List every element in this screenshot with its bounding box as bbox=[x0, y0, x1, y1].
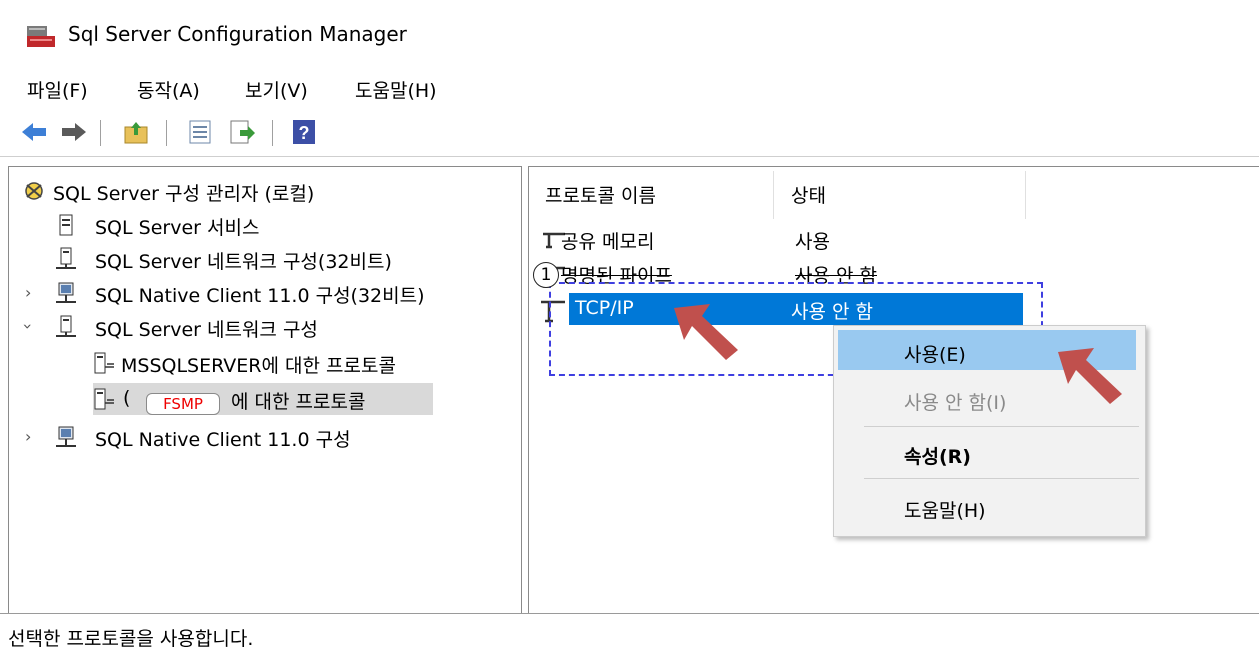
protocol-state: 사용 bbox=[795, 231, 830, 253]
title-bar: Sql Server Configuration Manager bbox=[0, 0, 1259, 62]
protocol-icon bbox=[94, 388, 114, 410]
menu-separator bbox=[864, 478, 1139, 479]
menu-action[interactable]: 동작(A) bbox=[137, 76, 200, 103]
native-client-icon bbox=[56, 426, 76, 447]
column-header-name[interactable]: 프로토콜 이름 bbox=[545, 181, 656, 208]
forward-icon[interactable] bbox=[60, 118, 88, 146]
menu-item-label: 도움말(H) bbox=[904, 500, 986, 522]
protocol-icon bbox=[94, 352, 114, 374]
menu-file[interactable]: 파일(F) bbox=[27, 76, 88, 103]
tree-item-label: SQL Server 네트워크 구성(32비트) bbox=[95, 251, 392, 273]
status-text: 선택한 프로토콜을 사용합니다. bbox=[8, 628, 254, 650]
tree-item-label: SQL Server 네트워크 구성 bbox=[95, 319, 318, 341]
tree-item-native[interactable]: › SQL Native Client 11.0 구성 bbox=[23, 421, 443, 453]
network-server-icon bbox=[56, 247, 76, 269]
toolbar-separator bbox=[166, 120, 167, 146]
chevron-right-icon[interactable]: › bbox=[25, 427, 31, 446]
menu-item-label: 속성(R) bbox=[904, 446, 971, 468]
tree-item-label: SQL Native Client 11.0 구성 bbox=[95, 429, 351, 451]
menu-item-properties[interactable]: 속성(R) bbox=[838, 432, 1136, 472]
menu-item-help[interactable]: 도움말(H) bbox=[838, 486, 1136, 526]
redacted-instance-label: FSMP bbox=[146, 393, 220, 415]
menu-item-label: 사용(E) bbox=[904, 344, 966, 366]
sql-config-manager-icon bbox=[27, 26, 55, 47]
annotation-arrow-icon bbox=[1058, 348, 1122, 404]
tree-item-label: 에 대한 프로토콜 bbox=[231, 391, 366, 413]
status-bar: 선택한 프로토콜을 사용합니다. bbox=[0, 613, 1259, 654]
tree-item-fsmp-protocols[interactable]: ( 에 대한 프로토콜 bbox=[93, 383, 433, 415]
back-icon[interactable] bbox=[20, 118, 48, 146]
up-folder-icon[interactable] bbox=[122, 118, 150, 146]
tree-root[interactable]: SQL Server 구성 관리자 (로컬) bbox=[19, 175, 419, 207]
window-title: Sql Server Configuration Manager bbox=[68, 22, 407, 46]
tree-item-prefix: ( bbox=[123, 387, 131, 409]
chevron-right-icon[interactable]: › bbox=[25, 283, 31, 302]
annotation-step-number: 1 bbox=[533, 262, 559, 288]
column-header-state[interactable]: 상태 bbox=[791, 181, 826, 208]
properties-icon[interactable] bbox=[186, 118, 214, 146]
tree-item-label: SQL Server 서비스 bbox=[95, 217, 260, 239]
tree-item-native32[interactable]: › SQL Native Client 11.0 구성(32비트) bbox=[23, 277, 503, 309]
svg-text:?: ? bbox=[299, 123, 310, 143]
server-icon bbox=[59, 214, 73, 236]
menu-help[interactable]: 도움말(H) bbox=[355, 76, 437, 103]
menu-item-label: 사용 안 함(I) bbox=[904, 392, 1007, 414]
tree-item-label: MSSQLSERVER에 대한 프로토콜 bbox=[121, 355, 396, 377]
protocol-name: 공유 메모리 bbox=[561, 231, 655, 253]
menu-bar: 파일(F) 동작(A) 보기(V) 도움말(H) bbox=[0, 62, 1259, 110]
column-divider[interactable] bbox=[1025, 171, 1026, 219]
column-divider[interactable] bbox=[773, 171, 774, 219]
toolbar: ? bbox=[0, 110, 1259, 157]
help-icon[interactable]: ? bbox=[290, 118, 318, 146]
tree-item-services[interactable]: SQL Server 서비스 bbox=[55, 209, 455, 241]
chevron-down-icon[interactable]: › bbox=[19, 323, 38, 329]
menu-view[interactable]: 보기(V) bbox=[245, 76, 308, 103]
tree-item-label: SQL Native Client 11.0 구성(32비트) bbox=[95, 285, 425, 307]
tree-item-mssql-protocols[interactable]: MSSQLSERVER에 대한 프로토콜 bbox=[93, 347, 493, 379]
export-icon[interactable] bbox=[228, 118, 256, 146]
tree-item-network[interactable]: › SQL Server 네트워크 구성 bbox=[19, 311, 443, 343]
toolbar-separator bbox=[272, 120, 273, 146]
annotation-arrow-icon bbox=[674, 304, 738, 360]
tree-item-network32[interactable]: SQL Server 네트워크 구성(32비트) bbox=[55, 243, 495, 275]
toolbar-separator bbox=[100, 120, 101, 146]
network-server-icon bbox=[56, 315, 76, 337]
config-manager-icon bbox=[25, 182, 43, 200]
menu-separator bbox=[864, 426, 1139, 427]
tree-root-label: SQL Server 구성 관리자 (로컬) bbox=[53, 183, 315, 205]
native-client-icon bbox=[56, 282, 76, 303]
console-tree-pane[interactable]: SQL Server 구성 관리자 (로컬) SQL Server 서비스 SQ… bbox=[8, 166, 522, 614]
protocol-row-shared-memory[interactable]: 공유 메모리 사용 bbox=[533, 223, 1023, 255]
